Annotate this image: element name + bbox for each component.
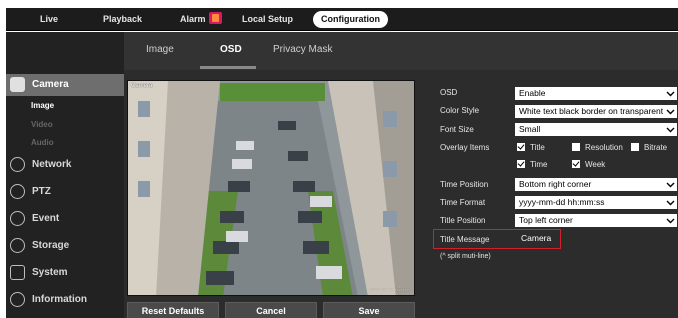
title-position-label: Title Position bbox=[440, 216, 486, 225]
save-button[interactable]: Save bbox=[323, 302, 415, 318]
active-tab-indicator bbox=[200, 66, 256, 69]
sidebar-item-event[interactable]: Event bbox=[6, 208, 124, 230]
top-nav-bar: Live Playback Alarm Local Setup Configur… bbox=[6, 8, 678, 31]
camera-icon bbox=[10, 77, 25, 92]
ptz-arrows-icon bbox=[10, 184, 25, 199]
checkbox-checked-icon bbox=[517, 160, 525, 168]
tab-image[interactable]: Image bbox=[146, 44, 174, 55]
overlay-items-label: Overlay Items bbox=[440, 143, 490, 152]
sidebar-item-label: System bbox=[32, 267, 68, 278]
event-icon bbox=[10, 211, 25, 226]
checkbox-label: Bitrate bbox=[644, 143, 668, 152]
checkbox-checked-icon bbox=[572, 160, 580, 168]
osd-time-overlay: ····· ··· ·· ··:··:·· bbox=[369, 287, 410, 293]
globe-icon bbox=[10, 157, 25, 172]
nav-playback[interactable]: Playback bbox=[103, 8, 142, 31]
title-message-label: Title Message bbox=[440, 235, 490, 244]
font-size-select[interactable]: Small bbox=[515, 123, 677, 136]
chevron-down-icon bbox=[666, 200, 675, 206]
overlay-bitrate-checkbox[interactable]: Bitrate bbox=[631, 143, 667, 153]
sidebar-item-ptz[interactable]: PTZ bbox=[6, 181, 124, 203]
chevron-down-icon bbox=[666, 218, 675, 224]
font-size-label: Font Size bbox=[440, 125, 474, 134]
nav-local-setup[interactable]: Local Setup bbox=[242, 8, 293, 31]
time-format-select[interactable]: yyyy-mm-dd hh:mm:ss bbox=[515, 196, 677, 209]
main-panel: Image OSD Privacy Mask Camera ····· ··· … bbox=[124, 32, 678, 318]
time-position-select[interactable]: Bottom right corner bbox=[515, 178, 677, 191]
time-position-select-value: Bottom right corner bbox=[519, 179, 592, 189]
time-format-label: Time Format bbox=[440, 198, 486, 207]
camera-scene-image bbox=[128, 81, 414, 295]
sidebar: Camera Image Video Audio Network PTZ Eve… bbox=[6, 32, 138, 318]
checkbox-unchecked-icon bbox=[631, 143, 639, 151]
sidebar-item-label: Camera bbox=[32, 79, 69, 90]
color-style-label: Color Style bbox=[440, 106, 480, 115]
checkbox-label: Time bbox=[530, 160, 548, 169]
nav-live[interactable]: Live bbox=[40, 8, 58, 31]
title-position-select[interactable]: Top left corner bbox=[515, 214, 677, 227]
sidebar-item-network[interactable]: Network bbox=[6, 154, 124, 176]
overlay-title-checkbox[interactable]: Title bbox=[517, 143, 545, 153]
osd-label: OSD bbox=[440, 88, 458, 97]
time-position-label: Time Position bbox=[440, 180, 489, 189]
sidebar-subitem-audio[interactable]: Audio bbox=[31, 138, 54, 147]
tab-osd[interactable]: OSD bbox=[220, 44, 242, 55]
sidebar-item-label: Information bbox=[32, 294, 87, 305]
sidebar-item-information[interactable]: Information bbox=[6, 289, 124, 311]
font-size-select-value: Small bbox=[519, 124, 541, 134]
color-style-select-value: White text black border on transparent bbox=[519, 106, 664, 116]
checkbox-checked-icon bbox=[517, 143, 525, 151]
alarm-icon bbox=[208, 12, 222, 24]
sidebar-subitem-video[interactable]: Video bbox=[31, 120, 53, 129]
overlay-resolution-checkbox[interactable]: Resolution bbox=[572, 143, 623, 153]
sidebar-item-label: Network bbox=[32, 159, 72, 170]
sidebar-item-camera[interactable]: Camera bbox=[6, 74, 138, 96]
checkbox-label: Resolution bbox=[585, 143, 623, 152]
tab-bar: Image OSD Privacy Mask bbox=[124, 32, 678, 70]
title-position-select-value: Top left corner bbox=[519, 215, 573, 225]
sidebar-item-label: Event bbox=[32, 213, 60, 224]
nav-alarm[interactable]: Alarm bbox=[180, 8, 222, 31]
sidebar-item-label: Storage bbox=[32, 240, 70, 251]
sidebar-item-storage[interactable]: Storage bbox=[6, 235, 124, 257]
chevron-down-icon bbox=[666, 91, 675, 97]
checkbox-label: Week bbox=[585, 160, 606, 169]
checkbox-label: Title bbox=[530, 143, 545, 152]
overlay-week-checkbox[interactable]: Week bbox=[572, 160, 605, 170]
osd-select[interactable]: Enable bbox=[515, 87, 677, 100]
color-style-select[interactable]: White text black border on transparent bbox=[515, 105, 677, 118]
chevron-down-icon bbox=[666, 109, 675, 115]
cancel-button[interactable]: Cancel bbox=[225, 302, 317, 318]
nav-configuration[interactable]: Configuration bbox=[313, 11, 388, 28]
title-message-input[interactable]: Camera bbox=[521, 233, 551, 243]
reset-defaults-button[interactable]: Reset Defaults bbox=[127, 302, 219, 318]
sidebar-item-system[interactable]: System bbox=[6, 262, 124, 284]
nav-alarm-label: Alarm bbox=[180, 14, 206, 24]
sidebar-item-label: PTZ bbox=[32, 186, 51, 197]
split-multiline-hint: (^ split muti-line) bbox=[440, 253, 491, 260]
sidebar-subitem-image[interactable]: Image bbox=[31, 101, 54, 110]
tab-privacy-mask[interactable]: Privacy Mask bbox=[273, 44, 332, 55]
time-format-select-value: yyyy-mm-dd hh:mm:ss bbox=[519, 197, 605, 207]
osd-title-overlay: Camera bbox=[131, 83, 153, 89]
video-preview[interactable]: Camera ····· ··· ·· ··:··:·· bbox=[127, 80, 415, 296]
cloud-icon bbox=[10, 238, 25, 253]
osd-select-value: Enable bbox=[519, 88, 546, 98]
info-icon bbox=[10, 292, 25, 307]
monitor-icon bbox=[10, 265, 25, 280]
overlay-time-checkbox[interactable]: Time bbox=[517, 160, 547, 170]
checkbox-unchecked-icon bbox=[572, 143, 580, 151]
chevron-down-icon bbox=[666, 127, 675, 133]
chevron-down-icon bbox=[666, 182, 675, 188]
